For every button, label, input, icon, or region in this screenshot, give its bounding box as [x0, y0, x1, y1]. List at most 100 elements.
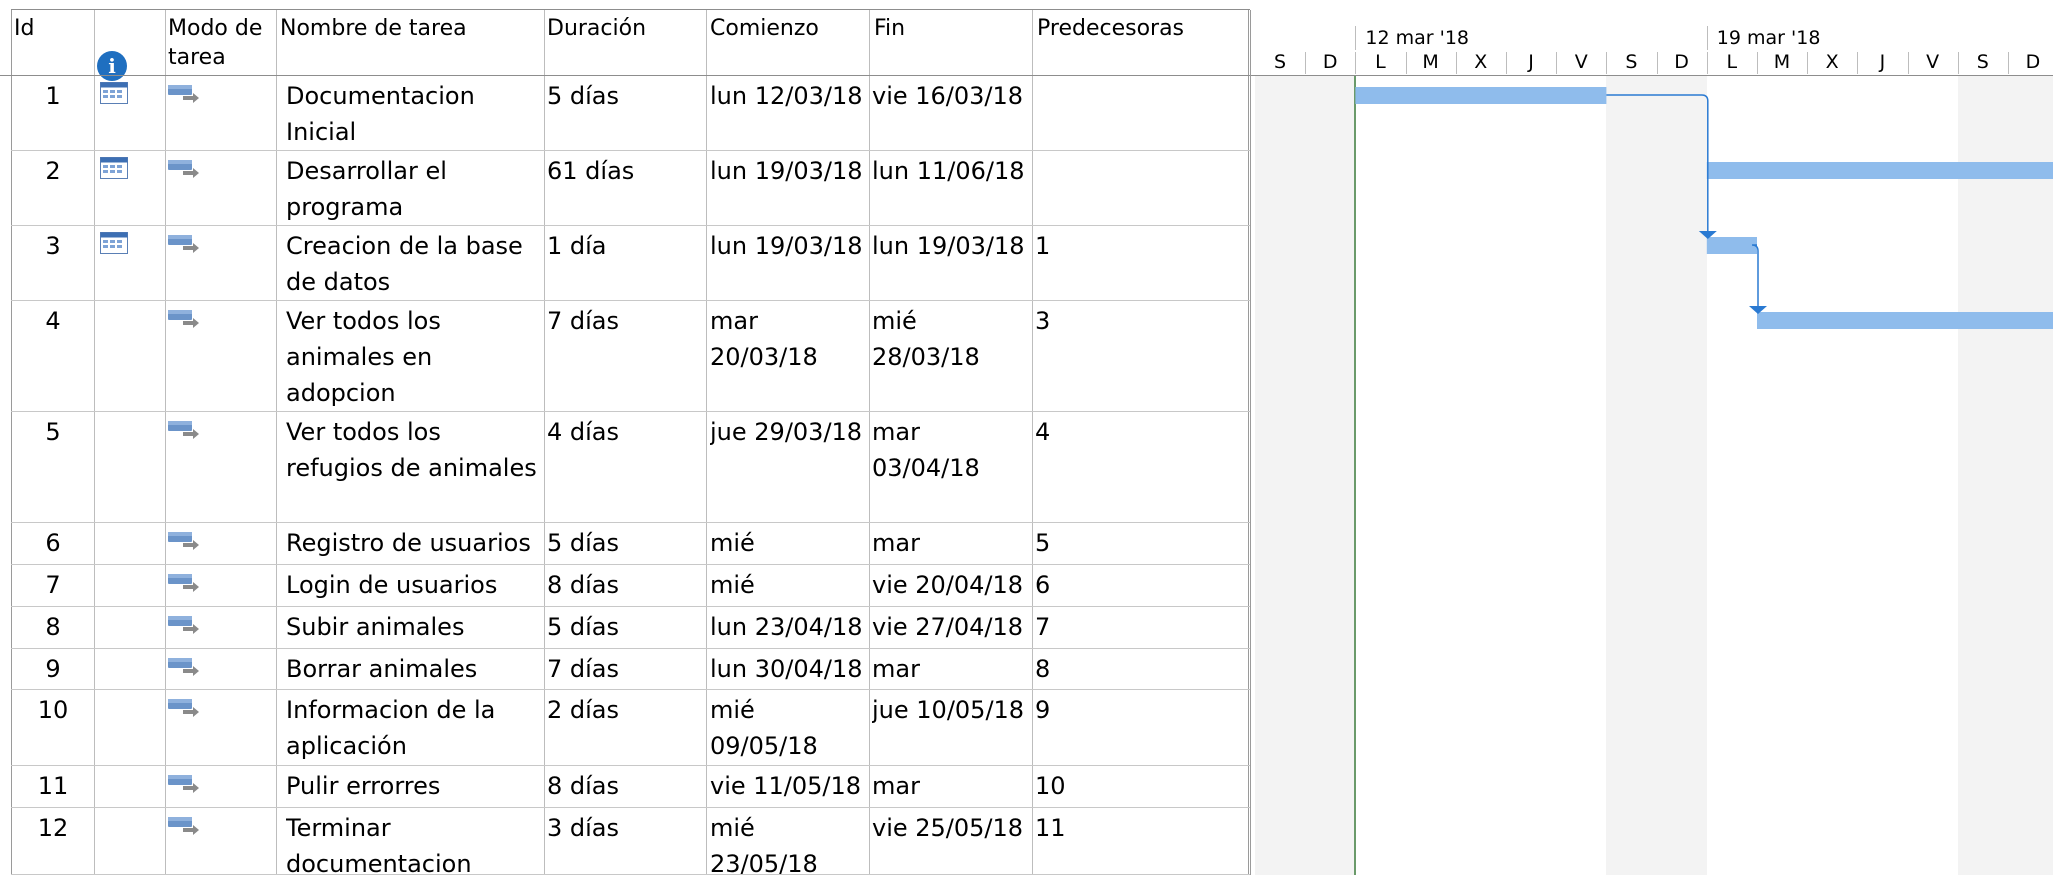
cell-pred[interactable]: 4: [1035, 412, 1245, 523]
cell-start[interactable]: lun 30/04/18: [710, 649, 868, 690]
cell-id[interactable]: 10: [12, 690, 94, 766]
cell-end[interactable]: lun 19/03/18: [872, 226, 1030, 301]
cell-name[interactable]: Ver todos los refugios de animales: [286, 412, 542, 523]
task-row[interactable]: 12 Terminar documentacion 3 días mié 23/05/…: [0, 808, 1250, 875]
cell-duration[interactable]: 4 días: [547, 412, 705, 523]
cell-id[interactable]: 11: [12, 766, 94, 808]
cell-name[interactable]: Creacion de la base de datos: [286, 226, 542, 301]
cell-pred[interactable]: 8: [1035, 649, 1245, 690]
cell-pred[interactable]: 10: [1035, 766, 1245, 808]
task-row[interactable]: 6 Registro de usuarios5 díasmié 04/04/18m…: [0, 523, 1250, 565]
cell-end[interactable]: jue 10/05/18: [872, 690, 1030, 766]
task-bar[interactable]: [1706, 237, 1757, 254]
column-header-indicators[interactable]: i: [95, 10, 165, 81]
task-bar[interactable]: [1706, 162, 2053, 179]
cell-name[interactable]: Terminar documentacion: [286, 808, 542, 875]
cell-id[interactable]: 1: [12, 76, 94, 151]
cell-duration[interactable]: 5 días: [547, 607, 705, 649]
cell-start[interactable]: mié 04/04/18: [710, 523, 868, 565]
cell-id[interactable]: 8: [12, 607, 94, 649]
cell-duration[interactable]: 7 días: [547, 649, 705, 690]
cell-duration[interactable]: 8 días: [547, 766, 705, 808]
cell-pred[interactable]: [1035, 151, 1245, 226]
cell-duration[interactable]: 7 días: [547, 301, 705, 412]
cell-duration[interactable]: 61 días: [547, 151, 705, 226]
task-row[interactable]: 11 Pulir errorres8 díasvie 11/05/18mar 22…: [0, 766, 1250, 808]
cell-name[interactable]: Borrar animales: [286, 649, 542, 690]
cell-end[interactable]: vie 16/03/18: [872, 76, 1030, 151]
cell-end[interactable]: mar 10/04/18: [872, 523, 1030, 565]
gantt-chart[interactable]: S D L M X J V S D L M X J V S D 12 mar '18 19 mar '18: [1250, 0, 2053, 875]
cell-pred[interactable]: [1035, 76, 1245, 151]
cell-name[interactable]: Subir animales: [286, 607, 542, 649]
cell-name[interactable]: Informacion de la aplicación: [286, 690, 542, 766]
cell-id[interactable]: 9: [12, 649, 94, 690]
cell-duration[interactable]: 5 días: [547, 76, 705, 151]
cell-id[interactable]: 7: [12, 565, 94, 607]
cell-end[interactable]: mié 28/03/18: [872, 301, 1030, 412]
column-header-task-mode[interactable]: Modo de tarea: [166, 10, 271, 76]
cell-duration[interactable]: 2 días: [547, 690, 705, 766]
cell-id[interactable]: 12: [12, 808, 94, 875]
cell-start[interactable]: lun 12/03/18: [710, 76, 868, 151]
cell-start[interactable]: mar 20/03/18: [710, 301, 868, 412]
task-row[interactable]: 8 Subir animales 5 días lun 23/04/18 vie 27/…: [0, 607, 1250, 649]
cell-start[interactable]: lun 19/03/18: [710, 151, 868, 226]
cell-id[interactable]: 3: [12, 226, 94, 301]
cell-pred[interactable]: 3: [1035, 301, 1245, 412]
task-row[interactable]: 7 Login de usuarios8 díasmié 11/04/18vie …: [0, 565, 1250, 607]
cell-start[interactable]: lun 19/03/18: [710, 226, 868, 301]
cell-start[interactable]: lun 23/04/18: [710, 607, 868, 649]
cell-name[interactable]: Pulir errorres: [286, 766, 542, 808]
task-bar[interactable]: [1355, 87, 1607, 104]
cell-end[interactable]: vie 27/04/18: [872, 607, 1030, 649]
cell-pred[interactable]: 9: [1035, 690, 1245, 766]
cell-name[interactable]: Registro de usuarios: [286, 523, 542, 565]
cell-duration[interactable]: 5 días: [547, 523, 705, 565]
cell-duration[interactable]: 3 días: [547, 808, 705, 875]
gantt-bars: [1355, 87, 2053, 329]
cell-start[interactable]: mié 09/05/18: [710, 690, 868, 766]
cell-start[interactable]: jue 29/03/18: [710, 412, 868, 523]
cell-name[interactable]: Documentacion Inicial: [286, 76, 542, 151]
cell-pred[interactable]: 1: [1035, 226, 1245, 301]
cell-end[interactable]: lun 11/06/18: [872, 151, 1030, 226]
column-header-duration[interactable]: Duración: [545, 10, 705, 76]
cell-id[interactable]: 6: [12, 523, 94, 565]
task-row[interactable]: 2 Desarrollar el programa 61 días lun 19/03…: [0, 151, 1250, 226]
column-header-id[interactable]: Id: [12, 10, 92, 76]
task-row[interactable]: 4 Ver todos los animales en adopcion 7 día…: [0, 301, 1250, 412]
task-bar[interactable]: [1757, 312, 2053, 329]
cell-duration[interactable]: 1 día: [547, 226, 705, 301]
cell-name[interactable]: Login de usuarios: [286, 565, 542, 607]
cell-start[interactable]: mié 11/04/18: [710, 565, 868, 607]
cell-pred[interactable]: 6: [1035, 565, 1245, 607]
task-row[interactable]: 3 Creacion de la base de datos 1 día lun 19…: [0, 226, 1250, 301]
calendar-table-icon: [100, 82, 128, 104]
cell-id[interactable]: 4: [12, 301, 94, 412]
cell-name[interactable]: Desarrollar el programa: [286, 151, 542, 226]
calendar-table-icon: [100, 232, 128, 254]
cell-end[interactable]: mar 03/04/18: [872, 412, 1030, 523]
cell-pred[interactable]: 11: [1035, 808, 1245, 875]
cell-id[interactable]: 5: [12, 412, 94, 523]
cell-id[interactable]: 2: [12, 151, 94, 226]
task-row[interactable]: 5 Ver todos los refugios de animales 4 día…: [0, 412, 1250, 523]
cell-end[interactable]: mar 22/05/18: [872, 766, 1030, 808]
task-row[interactable]: 9 Borrar animales7 díaslun 30/04/18mar 08…: [0, 649, 1250, 690]
cell-end[interactable]: mar 08/05/18: [872, 649, 1030, 690]
column-header-start[interactable]: Comienzo: [708, 10, 868, 76]
column-header-end[interactable]: Fin: [872, 10, 1032, 76]
task-row[interactable]: 1 Documentacion Inicial 5 días lun 12/03/18…: [0, 76, 1250, 151]
task-row[interactable]: 10 Informacion de la aplicación 2 días mié …: [0, 690, 1250, 766]
cell-start[interactable]: vie 11/05/18: [710, 766, 868, 808]
column-header-task-name[interactable]: Nombre de tarea: [278, 10, 538, 76]
column-header-predecessors[interactable]: Predecesoras: [1035, 10, 1245, 76]
cell-duration[interactable]: 8 días: [547, 565, 705, 607]
cell-start[interactable]: mié 23/05/18: [710, 808, 868, 875]
cell-pred[interactable]: 7: [1035, 607, 1245, 649]
cell-pred[interactable]: 5: [1035, 523, 1245, 565]
cell-end[interactable]: vie 20/04/18: [872, 565, 1030, 607]
cell-end[interactable]: vie 25/05/18: [872, 808, 1030, 875]
cell-name[interactable]: Ver todos los animales en adopcion: [286, 301, 542, 412]
